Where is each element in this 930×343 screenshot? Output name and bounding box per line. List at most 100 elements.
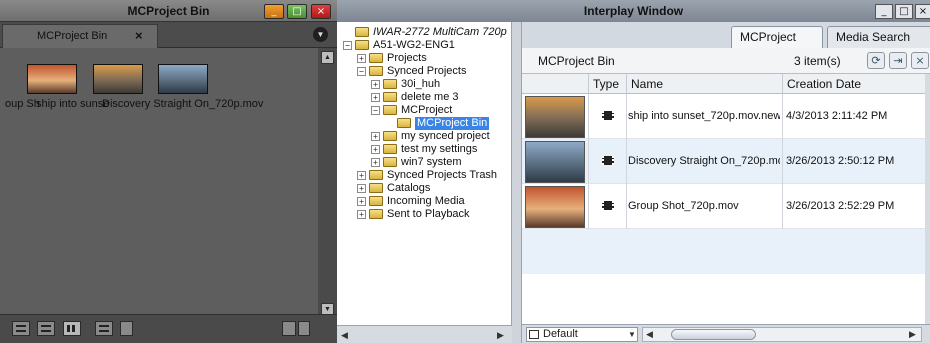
collapse-icon[interactable]: −: [371, 106, 380, 115]
tree-item-label: IWAR-2772 MultiCam 720p: [373, 26, 507, 38]
column-header-type[interactable]: Type: [588, 74, 626, 94]
column-divider: [626, 94, 627, 139]
column-header-name[interactable]: Name: [626, 74, 782, 94]
tree-item[interactable]: + test my settings: [337, 143, 512, 156]
scroll-right-icon[interactable]: ▶: [497, 329, 504, 342]
tree-item[interactable]: MCProject Bin: [337, 117, 512, 130]
tree-item-label: Catalogs: [387, 182, 431, 194]
folder-icon: [369, 196, 383, 206]
table-row[interactable]: Discovery Straight On_720p.mov 3/26/2013 …: [522, 139, 925, 184]
column-divider: [782, 139, 783, 184]
scroll-thumb[interactable]: [671, 329, 756, 340]
bin-header: MCProject Bin 3 item(s) ⟳ ⇥ ×: [522, 48, 930, 74]
scroll-left-button[interactable]: [120, 321, 133, 336]
bin-vertical-scrollbar[interactable]: [925, 74, 930, 324]
maximize-button[interactable]: □: [895, 4, 913, 19]
chevron-down-icon: ▼: [628, 330, 636, 339]
close-button[interactable]: ×: [915, 4, 930, 19]
tab-menu-icon[interactable]: ▼: [313, 27, 328, 42]
tab-close-icon[interactable]: ×: [135, 28, 143, 43]
tree-item[interactable]: − MCProject: [337, 104, 512, 117]
tree-item[interactable]: + Sent to Playback: [337, 208, 512, 221]
pane-splitter[interactable]: [512, 22, 522, 343]
clip-name: Discovery Straight On_720p.mov: [628, 155, 780, 167]
scroll-up-button[interactable]: ▲: [321, 51, 334, 64]
tree-item[interactable]: − Synced Projects: [337, 65, 512, 78]
tab-mcproject-bin[interactable]: MCProject Bin: [731, 26, 823, 65]
tree-item[interactable]: + my synced project: [337, 130, 512, 143]
table-row[interactable]: ship into sunset_720p.mov.new 4/3/2013 2:…: [522, 94, 925, 139]
tree-item[interactable]: IWAR-2772 MultiCam 720p: [337, 26, 512, 39]
frame-thumbnail[interactable]: [158, 64, 208, 94]
creation-date: 3/26/2013 2:52:29 PM: [786, 200, 895, 212]
expand-icon[interactable]: +: [357, 197, 366, 206]
expand-icon[interactable]: +: [357, 184, 366, 193]
scroll-left-icon[interactable]: ◀: [341, 329, 348, 342]
frame-view-icon[interactable]: [63, 321, 81, 336]
collapse-icon[interactable]: −: [357, 67, 366, 76]
left-window-titlebar[interactable]: MCProject Bin _ □ ×: [0, 0, 337, 22]
tree-item[interactable]: + delete me 3: [337, 91, 512, 104]
tree-item[interactable]: + Projects: [337, 52, 512, 65]
scroll-left-icon[interactable]: ◀: [646, 328, 653, 341]
tree-item[interactable]: + Incoming Media: [337, 195, 512, 208]
expand-icon[interactable]: +: [371, 80, 380, 89]
tree-item[interactable]: + Synced Projects Trash: [337, 169, 512, 182]
folder-icon: [355, 27, 369, 37]
column-header-creation-date[interactable]: Creation Date: [782, 74, 925, 94]
clip-thumbnail[interactable]: [525, 96, 585, 138]
tree-horizontal-scrollbar[interactable]: ◀ ▶: [337, 325, 512, 343]
text-view-icon[interactable]: [12, 321, 30, 336]
folder-icon: [369, 66, 383, 76]
table-row[interactable]: Group Shot_720p.mov 3/26/2013 2:52:29 PM: [522, 184, 925, 229]
left-vertical-scrollbar[interactable]: ▲ ▼: [318, 48, 337, 316]
folder-icon: [369, 183, 383, 193]
clip-thumbnail[interactable]: [525, 186, 585, 228]
collapse-icon[interactable]: −: [343, 41, 352, 50]
tab-mcproject-bin[interactable]: MCProject Bin ×: [2, 24, 158, 48]
column-headers: Type Name Creation Date: [522, 74, 925, 94]
maximize-button[interactable]: □: [287, 4, 307, 19]
close-pane-icon[interactable]: ×: [911, 52, 929, 69]
folder-icon: [383, 79, 397, 89]
minimize-button[interactable]: _: [264, 4, 284, 19]
folder-icon: [369, 209, 383, 219]
tree-item[interactable]: +30i_huh: [337, 78, 512, 91]
close-button[interactable]: ×: [311, 4, 331, 19]
folder-icon: [383, 92, 397, 102]
tree-item[interactable]: + Catalogs: [337, 182, 512, 195]
interplay-window: Interplay Window _ □ × IWAR-2772 MultiCa…: [337, 0, 930, 343]
column-divider: [626, 184, 627, 229]
tree-item[interactable]: − A51-WG2-ENG1: [337, 39, 512, 52]
expand-icon[interactable]: +: [371, 132, 380, 141]
bin-horizontal-scrollbar[interactable]: ◀ ▶: [642, 327, 922, 342]
expand-icon[interactable]: +: [371, 145, 380, 154]
tree-item-label: MCProject: [401, 104, 453, 116]
tree-item-label: test my settings: [401, 143, 478, 155]
column-divider: [588, 184, 589, 229]
bin-title: MCProject Bin: [538, 54, 615, 68]
minimize-button[interactable]: _: [875, 4, 893, 19]
scroll-right-icon[interactable]: ▶: [909, 328, 916, 341]
frame-thumbnail[interactable]: [93, 64, 143, 94]
expand-icon[interactable]: +: [371, 158, 380, 167]
fast-menu-button[interactable]: [282, 321, 296, 336]
tab-media-search[interactable]: Media Search: [827, 26, 930, 48]
frame-thumbnail[interactable]: [27, 64, 77, 94]
interplay-titlebar[interactable]: Interplay Window _ □ ×: [337, 0, 930, 22]
tree-item-label: 30i_huh: [401, 78, 441, 90]
expand-icon[interactable]: +: [357, 171, 366, 180]
folder-icon: [383, 105, 397, 115]
list-view-icon[interactable]: [95, 321, 113, 336]
refresh-icon[interactable]: ⟳: [867, 52, 885, 69]
clip-thumbnail[interactable]: [525, 141, 585, 183]
scroll-right-button[interactable]: [298, 321, 310, 336]
script-view-icon[interactable]: [37, 321, 55, 336]
expand-icon[interactable]: +: [357, 54, 366, 63]
tree-item[interactable]: + win7 system: [337, 156, 512, 169]
expand-icon[interactable]: +: [371, 93, 380, 102]
sync-icon[interactable]: ⇥: [889, 52, 907, 69]
expand-icon[interactable]: +: [357, 210, 366, 219]
folder-icon: [383, 144, 397, 154]
bin-view-select[interactable]: Default ▼: [526, 327, 638, 342]
